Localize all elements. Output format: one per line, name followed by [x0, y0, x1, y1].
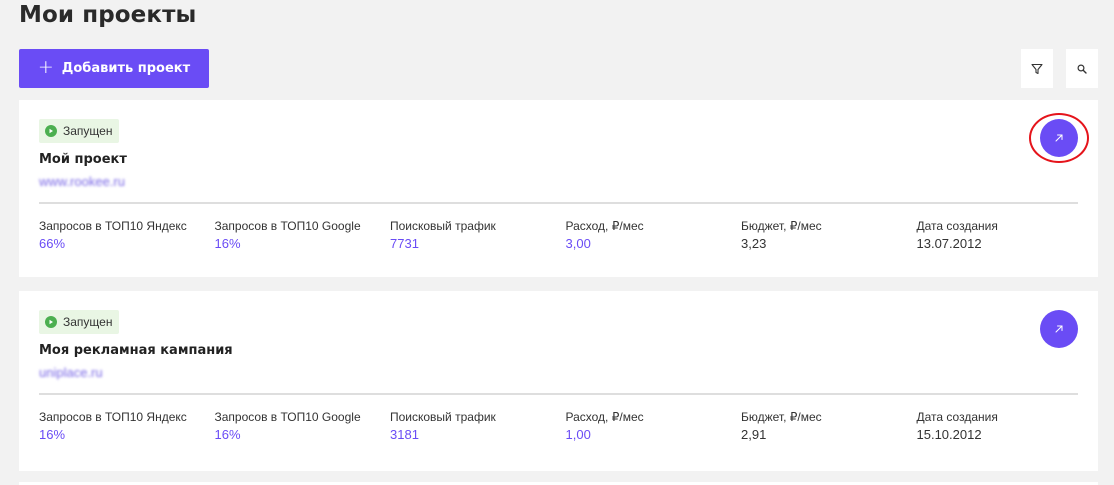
stat-label: Поисковый трафик	[390, 410, 496, 424]
stat-value: 3,23	[741, 236, 767, 251]
stat-value[interactable]: 16%	[215, 426, 391, 444]
stat-budget: Бюджет, ₽/мес 2,91	[741, 409, 917, 444]
stat-label: Дата создания	[916, 410, 998, 424]
stat-budget: Бюджет, ₽/мес 3,23	[741, 218, 917, 253]
status-badge: Запущен	[39, 310, 120, 334]
stat-yandex-top10: Запросов в ТОП10 Яндекс 16%	[39, 409, 215, 444]
stat-created-date: Дата создания 13.07.2012	[917, 218, 1093, 253]
project-url-link[interactable]: uniplace.ru	[39, 365, 103, 380]
plus-icon: +	[37, 56, 54, 78]
project-name[interactable]: Мой проект	[39, 152, 127, 167]
stat-label: Запросов в ТОП10 Яндекс	[39, 410, 187, 424]
stat-label: Бюджет, ₽/мес	[741, 219, 822, 233]
open-project-button[interactable]	[1040, 310, 1078, 348]
stat-value[interactable]: 1,00	[566, 426, 742, 444]
play-icon	[45, 125, 57, 137]
status-label: Запущен	[63, 124, 113, 138]
stat-label: Расход, ₽/мес	[565, 219, 644, 233]
stat-value[interactable]: 16%	[39, 426, 215, 444]
stat-value[interactable]: 3,00	[566, 235, 742, 253]
stat-label: Запросов в ТОП10 Google	[214, 219, 361, 233]
arrow-up-right-icon	[1055, 325, 1063, 333]
stat-label: Расход, ₽/мес	[565, 410, 644, 424]
stat-expense: Расход, ₽/мес 1,00	[566, 409, 742, 444]
search-button[interactable]	[1066, 49, 1098, 88]
highlight-ring	[1029, 113, 1089, 163]
stat-label: Запросов в ТОП10 Яндекс	[39, 219, 187, 233]
stat-value: 13.07.2012	[916, 236, 982, 251]
stat-value[interactable]: 3181	[390, 426, 566, 444]
stat-yandex-top10: Запросов в ТОП10 Яндекс 66%	[39, 218, 215, 253]
stat-value[interactable]: 7731	[390, 235, 566, 253]
search-icon	[1077, 63, 1087, 74]
divider	[39, 393, 1078, 395]
stat-created-date: Дата создания 15.10.2012	[917, 409, 1093, 444]
stat-google-top10: Запросов в ТОП10 Google 16%	[215, 218, 391, 253]
stat-value[interactable]: 66%	[39, 235, 215, 253]
add-project-label: Добавить проект	[61, 61, 191, 76]
project-stats: Запросов в ТОП10 Яндекс 16% Запросов в Т…	[39, 409, 1099, 444]
divider	[39, 202, 1078, 204]
stat-label: Поисковый трафик	[390, 219, 496, 233]
play-icon	[45, 316, 57, 328]
filter-button[interactable]	[1021, 49, 1053, 88]
stat-value: 2,91	[741, 427, 767, 442]
page-title: Мои проекты	[19, 2, 197, 28]
filter-icon	[1031, 63, 1043, 74]
status-badge: Запущен	[39, 119, 120, 143]
project-name[interactable]: Моя рекламная кампания	[39, 343, 233, 358]
project-card: Запущен Мой проект www.rookee.ru Запросо…	[19, 100, 1098, 277]
project-stats: Запросов в ТОП10 Яндекс 66% Запросов в Т…	[39, 218, 1099, 253]
stat-expense: Расход, ₽/мес 3,00	[566, 218, 742, 253]
stat-label: Дата создания	[916, 219, 998, 233]
add-project-button[interactable]: + Добавить проект	[19, 49, 209, 88]
stat-search-traffic: Поисковый трафик 3181	[390, 409, 566, 444]
project-url-link[interactable]: www.rookee.ru	[39, 174, 125, 189]
stat-value: 15.10.2012	[916, 427, 982, 442]
status-label: Запущен	[63, 315, 113, 329]
stat-value[interactable]: 16%	[215, 235, 391, 253]
stat-label: Запросов в ТОП10 Google	[214, 410, 361, 424]
project-card: Запущен Моя рекламная кампания uniplace.…	[19, 291, 1098, 471]
stat-label: Бюджет, ₽/мес	[741, 410, 822, 424]
stat-search-traffic: Поисковый трафик 7731	[390, 218, 566, 253]
stat-google-top10: Запросов в ТОП10 Google 16%	[215, 409, 391, 444]
